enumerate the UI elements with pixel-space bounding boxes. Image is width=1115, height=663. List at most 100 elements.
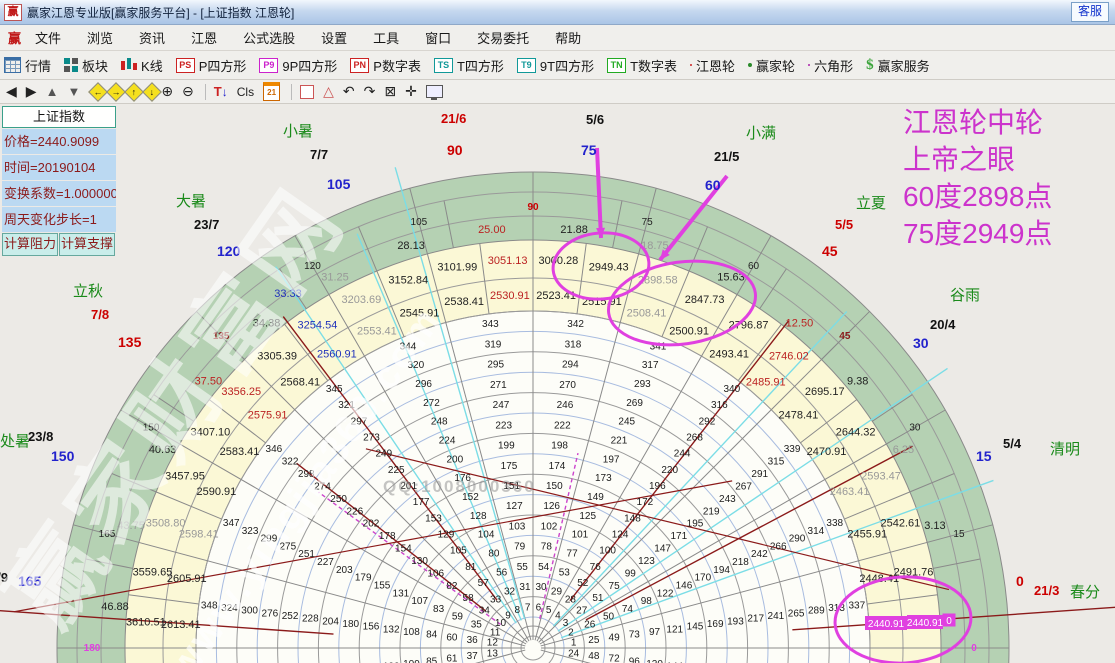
svg-text:156: 156 — [363, 622, 380, 633]
toolbar-item-江恩轮[interactable]: 江恩轮 — [690, 56, 735, 75]
svg-text:132: 132 — [383, 624, 400, 635]
svg-text:3203.69: 3203.69 — [342, 294, 382, 306]
separator — [205, 84, 206, 100]
support-button[interactable]: 客服 — [1071, 2, 1109, 22]
calendar-button[interactable]: 21 — [263, 82, 280, 101]
svg-text:2593.47: 2593.47 — [861, 470, 901, 482]
menu-item-江恩[interactable]: 江恩 — [191, 28, 217, 47]
toolbar-item-P数字表[interactable]: PNP数字表 — [350, 56, 421, 75]
menu-item-公式选股[interactable]: 公式选股 — [243, 28, 295, 47]
svg-text:150: 150 — [143, 423, 160, 434]
svg-text:24: 24 — [568, 648, 580, 659]
wheel-outer-label-135: 135 — [118, 334, 141, 350]
monitor-button[interactable] — [426, 85, 443, 98]
svg-text:56: 56 — [496, 567, 508, 578]
toolbar-item-9P四方形[interactable]: P99P四方形 — [259, 56, 337, 75]
menu-item-浏览[interactable]: 浏览 — [87, 28, 113, 47]
rotate-ccw-button[interactable]: ↶ — [343, 83, 355, 100]
svg-text:197: 197 — [603, 454, 620, 465]
rotate-cw-button[interactable]: ↷ — [364, 83, 376, 100]
drawing-toolbar: ◀▶▲▼←→↑↓⊕⊖T↓Cls21△↶↷⊠✛ — [0, 80, 1115, 104]
toolbar-item-T数字表[interactable]: TNT数字表 — [607, 56, 677, 75]
toolbar-item-六角形[interactable]: 六角形 — [808, 56, 853, 75]
svg-text:120: 120 — [646, 659, 663, 663]
app-logo-icon: 赢 — [4, 4, 22, 21]
svg-text:324: 324 — [221, 603, 238, 614]
wheel-outer-label-150: 150 — [51, 448, 74, 464]
price-field[interactable]: 价格=2440.9099 — [2, 129, 116, 154]
svg-text:347: 347 — [223, 518, 240, 529]
wheel-outer-label-21/5: 21/5 — [714, 149, 739, 164]
wheel-outer-label-20/4: 20/4 — [930, 317, 955, 332]
clear-button[interactable]: Cls — [237, 85, 254, 99]
toolbar-item-9T四方形[interactable]: T99T四方形 — [517, 56, 594, 75]
zoom-in-button[interactable]: ⊕ — [161, 83, 173, 100]
svg-text:2440.91: 2440.91 — [907, 618, 944, 629]
gann-wheel-chart-area[interactable]: 1234567891011121324252627282930313233343… — [0, 102, 1115, 663]
svg-text:3356.25: 3356.25 — [221, 386, 261, 398]
menu-item-设置[interactable]: 设置 — [321, 28, 347, 47]
svg-text:2470.91: 2470.91 — [807, 446, 847, 458]
toolbar-item-行情[interactable]: 行情 — [4, 56, 51, 75]
svg-text:3: 3 — [563, 618, 569, 629]
svg-text:272: 272 — [423, 398, 440, 409]
center-cross-button[interactable]: ✛ — [405, 83, 417, 100]
calc-support-button[interactable]: 计算支撑 — [59, 233, 115, 256]
conversion-factor-field[interactable]: 变换系数=1.000000 — [2, 181, 116, 206]
svg-text:2485.91: 2485.91 — [746, 377, 786, 389]
toolbar-item-赢家服务[interactable]: $赢家服务 — [866, 56, 930, 75]
menu-item-文件[interactable]: 文件 — [35, 28, 61, 47]
diamond-down-button[interactable]: ↓ — [142, 82, 162, 102]
svg-text:171: 171 — [670, 531, 687, 542]
svg-text:2463.41: 2463.41 — [830, 486, 870, 498]
svg-text:99: 99 — [625, 568, 637, 579]
toolbar-item-T四方形[interactable]: TST四方形 — [434, 56, 504, 75]
svg-text:125: 125 — [579, 511, 596, 522]
svg-text:224: 224 — [439, 435, 456, 446]
down-triangle-button[interactable]: ▼ — [67, 84, 80, 99]
t-down-button[interactable]: T↓ — [214, 84, 228, 99]
svg-text:3610.51: 3610.51 — [126, 617, 166, 629]
svg-text:2: 2 — [568, 627, 574, 638]
svg-text:154: 154 — [395, 544, 412, 555]
title-bar[interactable]: 赢 赢家江恩专业版[赢家服务平台] - [上证指数 江恩轮] 客服 — [0, 0, 1115, 25]
toolbar-item-K线[interactable]: K线 — [121, 56, 163, 75]
wheel-outer-label-春分: 春分 — [1070, 581, 1100, 602]
toolbar-item-P四方形[interactable]: PSP四方形 — [176, 56, 247, 75]
menu-item-帮助[interactable]: 帮助 — [555, 28, 581, 47]
svg-text:34.38: 34.38 — [253, 317, 281, 329]
step-per-cycle-field[interactable]: 周天变化步长=1 — [2, 207, 116, 232]
svg-text:269: 269 — [626, 398, 643, 409]
next-arrow-button[interactable]: ▶ — [26, 83, 37, 100]
delete-box-button[interactable]: ⊠ — [384, 83, 396, 100]
svg-text:109: 109 — [403, 659, 420, 663]
toolbar-item-板块[interactable]: 板块 — [64, 56, 108, 75]
svg-text:82: 82 — [446, 581, 458, 592]
svg-text:25: 25 — [588, 635, 600, 646]
svg-text:2560.91: 2560.91 — [317, 348, 357, 360]
up-triangle-button[interactable]: ▲ — [46, 84, 59, 99]
date-field[interactable]: 时间=20190104 — [2, 155, 116, 180]
menu-item-资讯[interactable]: 资讯 — [139, 28, 165, 47]
zoom-out-button[interactable]: ⊖ — [182, 83, 194, 100]
draw-triangle-button[interactable]: △ — [323, 83, 334, 100]
menu-item-工具[interactable]: 工具 — [373, 28, 399, 47]
wheel-outer-label-30: 30 — [913, 335, 929, 351]
toolbar-item-赢家轮[interactable]: 赢家轮 — [748, 56, 795, 75]
menu-item-窗口[interactable]: 窗口 — [425, 28, 451, 47]
prev-arrow-button[interactable]: ◀ — [6, 83, 17, 100]
menu-item-交易委托[interactable]: 交易委托 — [477, 28, 529, 47]
draw-square-button[interactable] — [300, 85, 314, 99]
svg-text:337: 337 — [848, 600, 865, 611]
svg-text:76: 76 — [590, 562, 602, 573]
annotation-line: 江恩轮中轮 — [903, 104, 1052, 141]
svg-text:84: 84 — [426, 630, 438, 641]
menu-items: 文件 浏览 资讯 江恩 公式选股 设置 工具 窗口 交易委托 帮助 — [35, 28, 607, 47]
svg-text:165: 165 — [99, 529, 116, 540]
svg-text:2598.41: 2598.41 — [179, 529, 219, 541]
9P四方形-icon: P9 — [259, 58, 278, 73]
svg-text:348: 348 — [201, 600, 218, 611]
calc-resistance-button[interactable]: 计算阻力 — [2, 233, 58, 256]
svg-text:2508.41: 2508.41 — [627, 308, 667, 320]
svg-text:124: 124 — [612, 530, 629, 541]
